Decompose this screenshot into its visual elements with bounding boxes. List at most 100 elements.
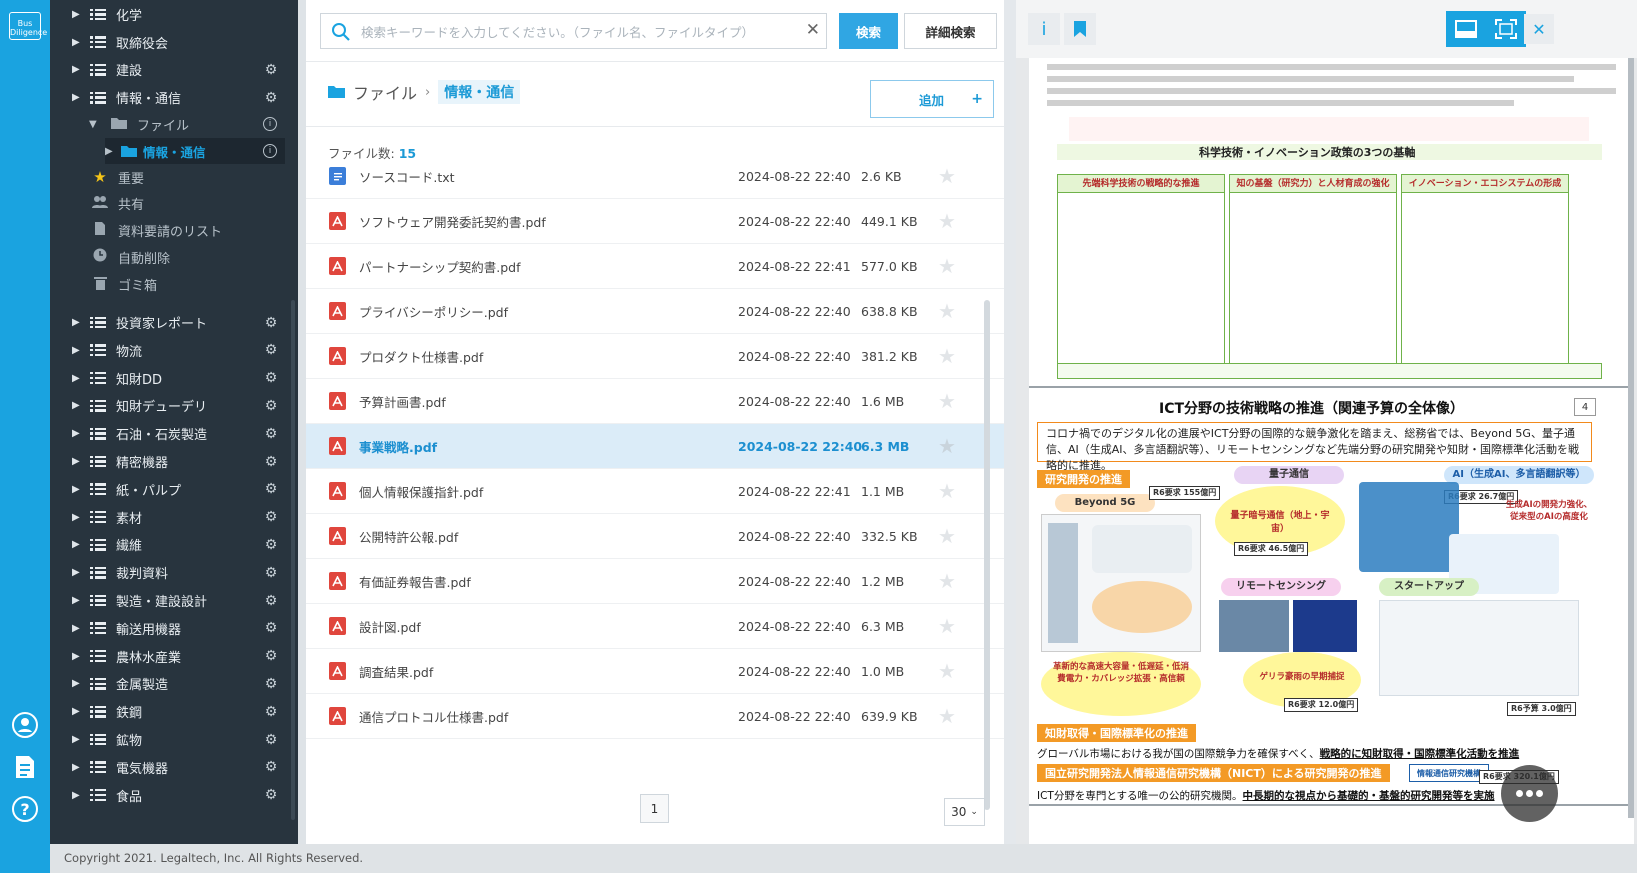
sidebar-folder-item[interactable]: ▶ 裁判資料 ⚙	[65, 558, 285, 587]
sidebar-special-item[interactable]: 自動削除	[90, 244, 298, 270]
file-name[interactable]: 設計図.pdf	[359, 617, 421, 636]
gear-icon[interactable]: ⚙	[263, 565, 279, 581]
star-icon[interactable]: ★	[938, 659, 956, 683]
star-icon[interactable]: ★	[938, 254, 956, 278]
star-icon[interactable]: ★	[938, 524, 956, 548]
sidebar-folder-item[interactable]: ▶ 精密機器 ⚙	[65, 447, 285, 476]
file-list-scrollbar[interactable]	[984, 300, 990, 810]
gear-icon[interactable]: ⚙	[263, 676, 279, 692]
help-icon[interactable]: ?	[11, 795, 39, 823]
file-row[interactable]: パートナーシップ契約書.pdf 2024-08-22 22:41 577.0 KB ★	[306, 244, 1004, 289]
gear-icon[interactable]: ⚙	[263, 648, 279, 664]
file-row[interactable]: 調査結果.pdf 2024-08-22 22:40 1.0 MB ★	[306, 649, 1004, 694]
sidebar-folder-item[interactable]: ▶ 知財DD ⚙	[65, 364, 285, 393]
sidebar-folder-item[interactable]: ▶ 情報・通信 ⚙	[65, 83, 285, 112]
gear-icon[interactable]: ⚙	[263, 704, 279, 720]
file-row[interactable]: 有価証券報告書.pdf 2024-08-22 22:40 1.2 MB ★	[306, 559, 1004, 604]
sidebar-folder-item[interactable]: ▶ 石油・石炭製造 ⚙	[65, 419, 285, 448]
file-row[interactable]: 公開特許公報.pdf 2024-08-22 22:40 332.5 KB ★	[306, 514, 1004, 559]
file-name[interactable]: 調査結果.pdf	[359, 662, 433, 681]
breadcrumb-root[interactable]: ファイル	[353, 80, 417, 104]
viewer-scrollbar[interactable]	[1628, 58, 1634, 818]
star-icon[interactable]: ★	[938, 434, 956, 458]
file-name[interactable]: パートナーシップ契約書.pdf	[359, 257, 521, 276]
file-name[interactable]: 通信プロトコル仕様書.pdf	[359, 707, 508, 726]
bookmark-icon[interactable]	[1064, 13, 1096, 45]
file-name[interactable]: 予算計画書.pdf	[359, 392, 446, 411]
file-name[interactable]: プロダクト仕様書.pdf	[359, 347, 483, 366]
star-icon[interactable]: ★	[938, 164, 956, 188]
gear-icon[interactable]: ⚙	[263, 62, 279, 78]
document-page-view[interactable]: 科学技術・イノベーション政策の3つの基軸 先端科学技術の戦略的な推進 知の基盤（…	[1029, 58, 1634, 844]
clear-icon[interactable]: ✕	[806, 20, 820, 40]
sidebar-special-item[interactable]: 共有	[90, 191, 298, 217]
gear-icon[interactable]: ⚙	[263, 342, 279, 358]
pane-divider[interactable]	[1004, 0, 1016, 844]
file-name[interactable]: 有価証券報告書.pdf	[359, 572, 471, 591]
info-icon[interactable]: i	[1028, 13, 1060, 45]
star-icon[interactable]: ★	[938, 299, 956, 323]
gear-icon[interactable]: ⚙	[263, 315, 279, 331]
file-row[interactable]: 通信プロトコル仕様書.pdf 2024-08-22 22:40 639.9 KB ★	[306, 694, 1004, 739]
file-row[interactable]: 事業戦略.pdf 2024-08-22 22:40 6.3 MB ★	[306, 424, 1004, 469]
sidebar-folder-item[interactable]: ▶ 鉱物 ⚙	[65, 725, 285, 754]
star-icon[interactable]: ★	[938, 569, 956, 593]
sidebar-folder-item[interactable]: ▶ 繊維 ⚙	[65, 530, 285, 559]
sidebar-special-item[interactable]: ゴミ箱	[90, 271, 298, 297]
gear-icon[interactable]: ⚙	[263, 620, 279, 636]
gear-icon[interactable]: ⚙	[263, 90, 279, 106]
add-button[interactable]: 追加 +	[870, 80, 994, 118]
gear-icon[interactable]: ⚙	[263, 454, 279, 470]
sidebar-folder-item[interactable]: ▶ 紙・パルプ ⚙	[65, 475, 285, 504]
file-name[interactable]: 事業戦略.pdf	[359, 437, 437, 456]
star-icon[interactable]: ★	[938, 614, 956, 638]
file-row[interactable]: プロダクト仕様書.pdf 2024-08-22 22:40 381.2 KB ★	[306, 334, 1004, 379]
search-button[interactable]: 検索	[839, 13, 898, 49]
sidebar-folder-item[interactable]: ▶ 物流 ⚙	[65, 336, 285, 365]
star-icon[interactable]: ★	[938, 344, 956, 368]
file-row[interactable]: ソースコード.txt 2024-08-22 22:40 2.6 KB ★	[306, 156, 1004, 199]
sidebar-scrollbar[interactable]	[291, 300, 295, 820]
gear-icon[interactable]: ⚙	[263, 593, 279, 609]
star-icon[interactable]: ★	[938, 704, 956, 728]
sidebar-folder-item[interactable]: ▶ 投資家レポート ⚙	[65, 308, 285, 337]
file-name[interactable]: 個人情報保護指針.pdf	[359, 482, 483, 501]
file-row[interactable]: プライバシーポリシー.pdf 2024-08-22 22:40 638.8 KB ★	[306, 289, 1004, 334]
app-logo[interactable]: Bus Diligence	[9, 12, 47, 40]
info-icon[interactable]: i	[263, 144, 277, 158]
file-name[interactable]: プライバシーポリシー.pdf	[359, 302, 508, 321]
sidebar-folder-item[interactable]: ▶ 知財デューデリ ⚙	[65, 391, 285, 420]
gear-icon[interactable]: ⚙	[263, 732, 279, 748]
split-view-icon[interactable]	[1446, 11, 1486, 47]
sidebar-folder-item[interactable]: ▶ 食品 ⚙	[65, 781, 285, 810]
sidebar-folder-item[interactable]: ▶ 鉄鋼 ⚙	[65, 697, 285, 726]
file-row[interactable]: ソフトウェア開発委託契約書.pdf 2024-08-22 22:40 449.1 K…	[306, 199, 1004, 244]
document-icon[interactable]	[11, 753, 39, 781]
gear-icon[interactable]: ⚙	[263, 398, 279, 414]
gear-icon[interactable]: ⚙	[263, 481, 279, 497]
gear-icon[interactable]: ⚙	[263, 426, 279, 442]
sidebar-folder-item[interactable]: ▶ 輸送用機器 ⚙	[65, 614, 285, 643]
sidebar-folder-item[interactable]: ▶ 取締役会	[65, 28, 285, 57]
sidebar-special-item[interactable]: 資料要請のリスト	[90, 218, 298, 244]
star-icon[interactable]: ★	[938, 389, 956, 413]
sidebar-folder-item[interactable]: ▶ 電気機器 ⚙	[65, 753, 285, 782]
sidebar-folder-item[interactable]: ▶ 製造・建設設計 ⚙	[65, 586, 285, 615]
star-icon[interactable]: ★	[938, 479, 956, 503]
file-row[interactable]: 予算計画書.pdf 2024-08-22 22:40 1.6 MB ★	[306, 379, 1004, 424]
pane-divider[interactable]	[298, 0, 306, 844]
sidebar-folder-item[interactable]: ▶ 建設 ⚙	[65, 55, 285, 84]
close-icon[interactable]: ✕	[1524, 14, 1554, 44]
sidebar-subfolder-files[interactable]: ▼ ファイル i	[65, 111, 285, 137]
user-icon[interactable]	[11, 711, 39, 739]
gear-icon[interactable]: ⚙	[263, 509, 279, 525]
sidebar-folder-item[interactable]: ▶ 金属製造 ⚙	[65, 669, 285, 698]
sidebar-folder-item[interactable]: ▶ 化学	[65, 0, 285, 29]
file-name[interactable]: ソースコード.txt	[359, 167, 455, 186]
star-icon[interactable]: ★	[938, 209, 956, 233]
sidebar-subfolder-current[interactable]: ▶ 情報・通信 i	[105, 138, 285, 164]
file-name[interactable]: ソフトウェア開発委託契約書.pdf	[359, 212, 546, 231]
gear-icon[interactable]: ⚙	[263, 787, 279, 803]
per-page-select[interactable]: 30 ⌄	[944, 798, 985, 826]
sidebar-special-item[interactable]: ★ 重要	[90, 164, 298, 190]
